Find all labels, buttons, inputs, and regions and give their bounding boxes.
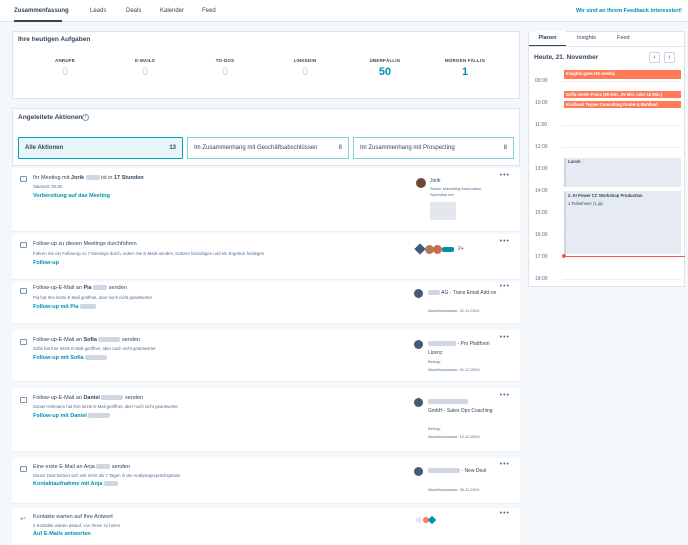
contact-anja-link[interactable]: Kontaktaufnahme mit Anja [33,481,119,487]
filter-prospecting[interactable]: Im Zusammenhang mit Prospecting 8 [353,137,514,159]
tab-leads[interactable]: Leads [90,0,106,22]
calendar-event[interactable]: Kickback Teipen Consulting GmbH & Buhlbo… [564,101,681,108]
avatar-group [416,515,438,525]
followup-pia-link[interactable]: Follow-up mit Pia [33,304,97,310]
stat-due-tomorrow[interactable]: MORGEN FÄLLIG 1 [435,58,495,78]
action-row-waiting-contacts: ↩ Kontakte warten auf Ihre Antwort 2 Kon… [12,508,520,545]
current-time-line [563,256,685,257]
filter-deals[interactable]: Im Zusammenhang mit Geschäftsabschlüssen… [187,137,349,159]
calendar-icon [20,242,27,248]
tab-zusammenfassung[interactable]: Zusammenfassung [14,0,69,22]
action-row-meeting: Ihr Meeting mit Jorik ist in 17 Stunden … [12,168,520,232]
more-menu-icon[interactable]: ••• [500,392,510,399]
guided-actions-title: Angeleitete Aktionen [18,114,83,121]
tab-feed[interactable]: Feed [202,0,216,22]
avatar [416,178,426,188]
calendar-event-workshop[interactable]: 2. KI Power CC Workshop Production 1 Tei… [564,192,681,254]
reply-icon: ↩ [20,516,26,523]
stat-linkedin[interactable]: LINKEDIN 0 [275,58,335,78]
deal-icon [414,340,423,349]
more-menu-icon[interactable]: ••• [500,334,510,341]
more-menu-icon[interactable]: ••• [500,461,510,468]
more-menu-icon[interactable]: ••• [500,510,510,517]
action-row-pia: Follow-up-E-Mail an Pia senden Pia hat I… [12,282,520,324]
tab-kalender[interactable]: Kalender [160,0,184,22]
more-menu-icon[interactable]: ••• [500,283,510,290]
chevron-right-icon[interactable]: › [664,52,675,63]
action-row-followup-meetings: Follow-up zu diesen Meetings durchführen… [12,234,520,280]
action-row-anja: Eine erste E-Mail an Anja senden Dieser … [12,458,520,504]
tasks-title: Ihre heutigen Aufgaben [18,36,91,43]
followup-link[interactable]: Follow-up [33,260,59,266]
more-menu-icon[interactable]: ••• [500,172,510,179]
tab-feed-panel[interactable]: Feed [617,31,630,45]
info-icon[interactable]: i [82,114,89,121]
followup-daniel-link[interactable]: Follow-up mit Daniel [33,413,111,419]
calendar-event[interactable]: Insights goes HS weekly [564,70,681,79]
calendar-date: Heute, 21. November [534,54,599,61]
feedback-link[interactable]: Wir sind an Ihrem Feedback interessiert! [576,0,682,22]
stat-emails[interactable]: E-MAILS 0 [115,58,175,78]
email-icon [20,339,27,345]
company-logo-blurred [430,202,456,220]
email-icon [20,466,27,472]
stat-overdue[interactable]: ÜBERFÄLLIG 50 [355,58,415,78]
filter-all-actions[interactable]: Alle Aktionen 13 [18,137,183,159]
deal-icon [414,289,423,298]
avatar-group [414,243,456,255]
reply-emails-link[interactable]: Auf E-Mails antworten [33,531,91,537]
calendar-icon [20,176,27,182]
email-icon [20,288,27,294]
stat-calls[interactable]: ANRUFE 0 [35,58,95,78]
action-row-sofia: Follow-up-E-Mail an Sofia senden Sofia h… [12,330,520,382]
email-icon [20,397,27,403]
more-menu-icon[interactable]: ••• [500,238,510,245]
tab-planen[interactable]: Planen [529,31,566,47]
tab-insights[interactable]: Insights [577,31,596,45]
contact-name[interactable]: Jorik [430,178,441,184]
calendar-event[interactable]: Sofia meets Franz (45 Min., 25 Min. oder… [564,91,681,98]
deal-icon [414,398,423,407]
calendar-event-lunch[interactable]: Lunch [564,158,681,187]
action-row-daniel: Follow-up-E-Mail an Daniel senden Daniel… [12,388,520,452]
followup-sofia-link[interactable]: Follow-up mit Sofia [33,355,108,361]
top-navigation: Zusammenfassung Leads Deals Kalender Fee… [0,0,688,22]
prepare-meeting-link[interactable]: Vorbereitung auf das Meeting [33,193,110,199]
deal-icon [414,467,423,476]
tab-deals[interactable]: Deals [126,0,141,22]
chevron-left-icon[interactable]: ‹ [649,52,660,63]
stat-todos[interactable]: TO-DOS 0 [195,58,255,78]
